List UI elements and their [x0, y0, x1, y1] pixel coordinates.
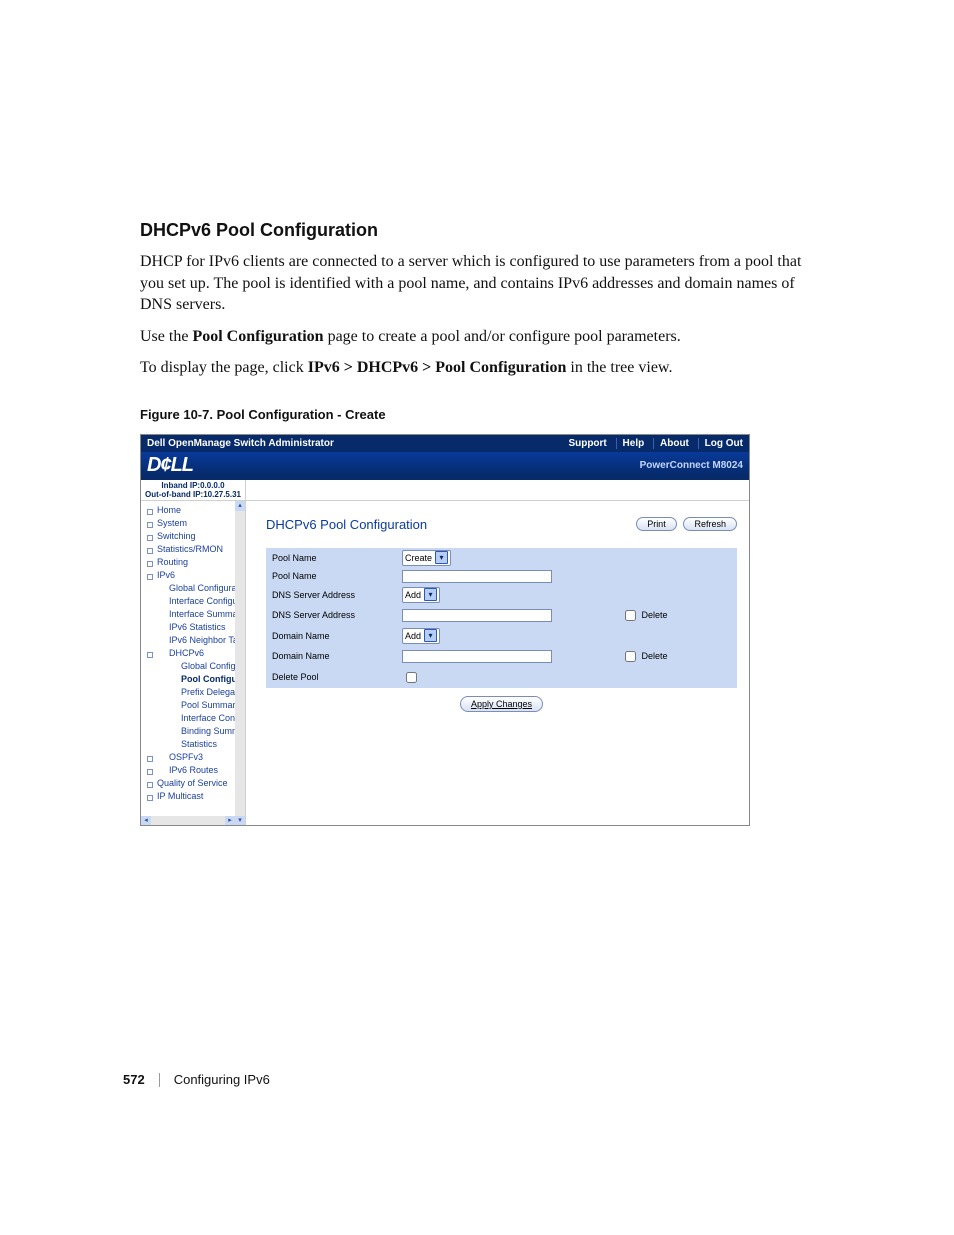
device-model: PowerConnect M8024	[640, 460, 743, 471]
tree-item-interface-configura[interactable]: Interface Configura	[147, 712, 241, 725]
input-domain[interactable]	[402, 650, 552, 663]
tree-item-home[interactable]: Home	[147, 504, 241, 517]
tree-item-binding-summary[interactable]: Binding Summary	[147, 725, 241, 738]
tree-item-quality-of-service[interactable]: Quality of Service	[147, 777, 241, 790]
tree-item-system[interactable]: System	[147, 517, 241, 530]
chevron-down-icon: ▾	[424, 588, 437, 601]
tree-item-statistics-rmon[interactable]: Statistics/RMON	[147, 543, 241, 556]
scroll-left-icon[interactable]: ◂	[141, 816, 151, 826]
lbl-pool-name: Pool Name	[266, 548, 396, 568]
lbl-dns-addr2: DNS Server Address	[266, 605, 396, 626]
paragraph-2: Use the Pool Configuration page to creat…	[140, 326, 819, 348]
lbl-domain: Domain Name	[266, 626, 396, 646]
para2-a: Use the	[140, 328, 192, 345]
para3-b-bold: IPv6 > DHCPv6 > Pool Configuration	[308, 359, 567, 376]
checkbox-delete-pool[interactable]	[406, 672, 417, 683]
top-links: Support Help About Log Out	[556, 438, 743, 449]
scroll-right-icon[interactable]: ▸	[225, 816, 235, 826]
link-about[interactable]: About	[653, 438, 689, 449]
checkbox-delete-dns[interactable]	[625, 610, 636, 621]
input-pool-name[interactable]	[402, 570, 552, 583]
tree-item-ospfv3[interactable]: OSPFv3	[147, 751, 241, 764]
footer-separator	[159, 1073, 160, 1087]
tree-item-ipv6-neighbor-table[interactable]: IPv6 Neighbor Table	[147, 634, 241, 647]
app-title: Dell OpenManage Switch Administrator	[147, 438, 334, 449]
lbl-delete-dns: Delete	[642, 610, 668, 620]
para2-c: page to create a pool and/or configure p…	[324, 328, 681, 345]
dell-logo: D¢LL	[147, 454, 193, 477]
link-logout[interactable]: Log Out	[698, 438, 743, 449]
link-support[interactable]: Support	[562, 438, 606, 449]
page-heading: DHCPv6 Pool Configuration	[266, 517, 427, 532]
tree-item-statistics[interactable]: Statistics	[147, 738, 241, 751]
para2-b-bold: Pool Configuration	[192, 328, 323, 345]
tree-vscrollbar[interactable]: ▴ ▾	[235, 501, 245, 826]
select-pool-name-value: Create	[405, 553, 432, 563]
scroll-down-icon[interactable]: ▾	[235, 816, 245, 826]
select-dns-addr[interactable]: Add ▾	[402, 587, 440, 603]
select-dns-addr-value: Add	[405, 590, 421, 600]
input-dns-addr[interactable]	[402, 609, 552, 622]
lbl-delete-pool: Delete Pool	[266, 667, 396, 688]
screenshot-frame: Dell OpenManage Switch Administrator Sup…	[140, 434, 750, 826]
page-number: 572	[123, 1072, 145, 1087]
lbl-pool-name2: Pool Name	[266, 568, 396, 585]
checkbox-delete-domain[interactable]	[625, 651, 636, 662]
refresh-button[interactable]: Refresh	[683, 517, 737, 531]
brand-row: D¢LL PowerConnect M8024	[141, 452, 749, 480]
tree-item-ipv6-routes[interactable]: IPv6 Routes	[147, 764, 241, 777]
chapter-name: Configuring IPv6	[174, 1072, 270, 1087]
tree-item-global-configuratio[interactable]: Global Configuratio	[147, 660, 241, 673]
para3-a: To display the page, click	[140, 359, 308, 376]
app-topbar: Dell OpenManage Switch Administrator Sup…	[141, 435, 749, 452]
apply-changes-button[interactable]: Apply Changes	[460, 696, 543, 712]
ip-box: Inband IP:0.0.0.0 Out-of-band IP:10.27.5…	[141, 480, 246, 500]
oob-ip: Out-of-band IP:10.27.5.31	[141, 491, 245, 500]
chevron-down-icon: ▾	[424, 629, 437, 642]
tree-item-pool-summary[interactable]: Pool Summary	[147, 699, 241, 712]
tree-item-switching[interactable]: Switching	[147, 530, 241, 543]
paragraph-1: DHCP for IPv6 clients are connected to a…	[140, 251, 819, 316]
main-panel: DHCPv6 Pool Configuration Print Refresh …	[246, 501, 749, 826]
para3-c: in the tree view.	[566, 359, 672, 376]
page-footer: 572 Configuring IPv6	[123, 1072, 270, 1087]
tree-item-ipv6[interactable]: IPv6	[147, 569, 241, 582]
select-domain[interactable]: Add ▾	[402, 628, 440, 644]
config-form: Pool Name Create ▾ Pool Name DN	[266, 548, 737, 688]
lbl-dns-addr: DNS Server Address	[266, 585, 396, 605]
tree-item-interface-configuratio[interactable]: Interface Configuratio	[147, 595, 241, 608]
section-heading: DHCPv6 Pool Configuration	[140, 220, 819, 241]
tree-item-routing[interactable]: Routing	[147, 556, 241, 569]
ip-row: Inband IP:0.0.0.0 Out-of-band IP:10.27.5…	[141, 480, 749, 501]
select-pool-name[interactable]: Create ▾	[402, 550, 451, 566]
figure-caption: Figure 10-7. Pool Configuration - Create	[140, 407, 819, 422]
tree-item-global-configuration[interactable]: Global Configuration	[147, 582, 241, 595]
tree-item-prefix-delegation-c[interactable]: Prefix Delegation C	[147, 686, 241, 699]
link-help[interactable]: Help	[616, 438, 645, 449]
print-button[interactable]: Print	[636, 517, 677, 531]
lbl-domain2: Domain Name	[266, 646, 396, 667]
lbl-delete-domain: Delete	[642, 651, 668, 661]
scroll-up-icon[interactable]: ▴	[235, 501, 245, 511]
select-domain-value: Add	[405, 631, 421, 641]
nav-tree: HomeSystemSwitchingStatistics/RMONRoutin…	[141, 501, 246, 826]
tree-item-interface-summary[interactable]: Interface Summary	[147, 608, 241, 621]
tree-item-pool-configuratio[interactable]: Pool Configuratio	[147, 673, 241, 686]
tree-item-ip-multicast[interactable]: IP Multicast	[147, 790, 241, 803]
paragraph-3: To display the page, click IPv6 > DHCPv6…	[140, 357, 819, 379]
tree-item-dhcpv6[interactable]: DHCPv6	[147, 647, 241, 660]
chevron-down-icon: ▾	[435, 551, 448, 564]
tree-item-ipv6-statistics[interactable]: IPv6 Statistics	[147, 621, 241, 634]
tree-hscrollbar[interactable]: ◂ ▸	[141, 816, 235, 826]
